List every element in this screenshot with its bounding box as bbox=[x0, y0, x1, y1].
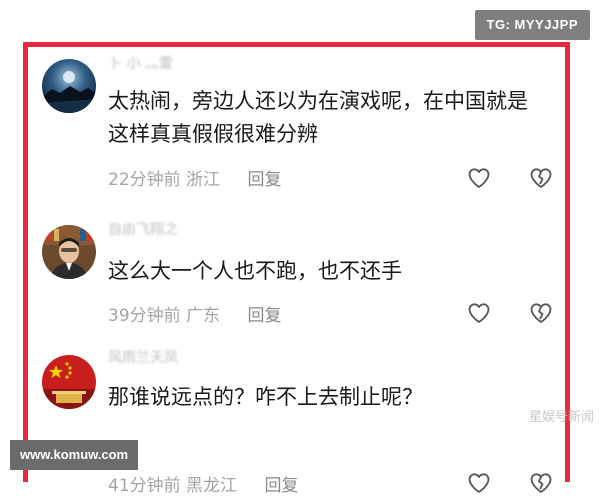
like-heart-icon[interactable] bbox=[467, 471, 491, 495]
dislike-broken-heart-icon[interactable] bbox=[529, 301, 553, 325]
comment-meta: 22分钟前 浙江 回复 bbox=[108, 165, 281, 190]
night-landscape-avatar-icon[interactable] bbox=[42, 59, 96, 113]
comment-meta: 39分钟前 广东 回复 bbox=[108, 301, 281, 326]
comment-username[interactable]: 风雨兰天凤 bbox=[108, 347, 178, 367]
site-url-badge: www.komuw.com bbox=[10, 440, 139, 470]
reply-button[interactable]: 回复 bbox=[264, 476, 298, 496]
comment-text: 这么大一个人也不跑，也不还手 bbox=[108, 259, 402, 283]
comment-text: 太热闹，旁边人还以为在演戏呢，在中国就是这样真真假假很难分辨 bbox=[108, 89, 528, 146]
comment-list-frame: 卜 小 灬雷 太热闹，旁边人还以为在演戏呢，在中国就是这样真真假假很难分辨 22… bbox=[23, 42, 570, 496]
dislike-broken-heart-icon[interactable] bbox=[529, 166, 553, 190]
comment-text: 那谁说远点的？咋不上去制止呢？ bbox=[108, 385, 423, 409]
comment-meta: 41分钟前 黑龙江 回复 bbox=[108, 471, 298, 496]
man-portrait-avatar-icon[interactable] bbox=[42, 225, 96, 279]
like-heart-icon[interactable] bbox=[467, 166, 491, 190]
comment-location: 广东 bbox=[186, 306, 221, 326]
comment-location: 浙江 bbox=[186, 170, 221, 190]
comment-username[interactable]: 卜 小 灬雷 bbox=[108, 53, 173, 73]
source-watermark: 星娱号新闻 bbox=[528, 410, 594, 425]
comment-time: 39分钟前 bbox=[108, 306, 181, 326]
comment-time: 22分钟前 bbox=[108, 170, 181, 190]
reply-button[interactable]: 回复 bbox=[247, 306, 281, 326]
telegram-watermark-badge: TG: MYYJJPP bbox=[474, 10, 590, 40]
like-heart-icon[interactable] bbox=[467, 301, 491, 325]
comment-time: 41分钟前 bbox=[108, 476, 181, 496]
flag-avatar-icon[interactable] bbox=[42, 355, 96, 409]
comment-location: 黑龙江 bbox=[186, 476, 238, 496]
comment-username[interactable]: 自由飞翔之 bbox=[108, 219, 178, 239]
reply-button[interactable]: 回复 bbox=[247, 170, 281, 190]
dislike-broken-heart-icon[interactable] bbox=[529, 471, 553, 495]
